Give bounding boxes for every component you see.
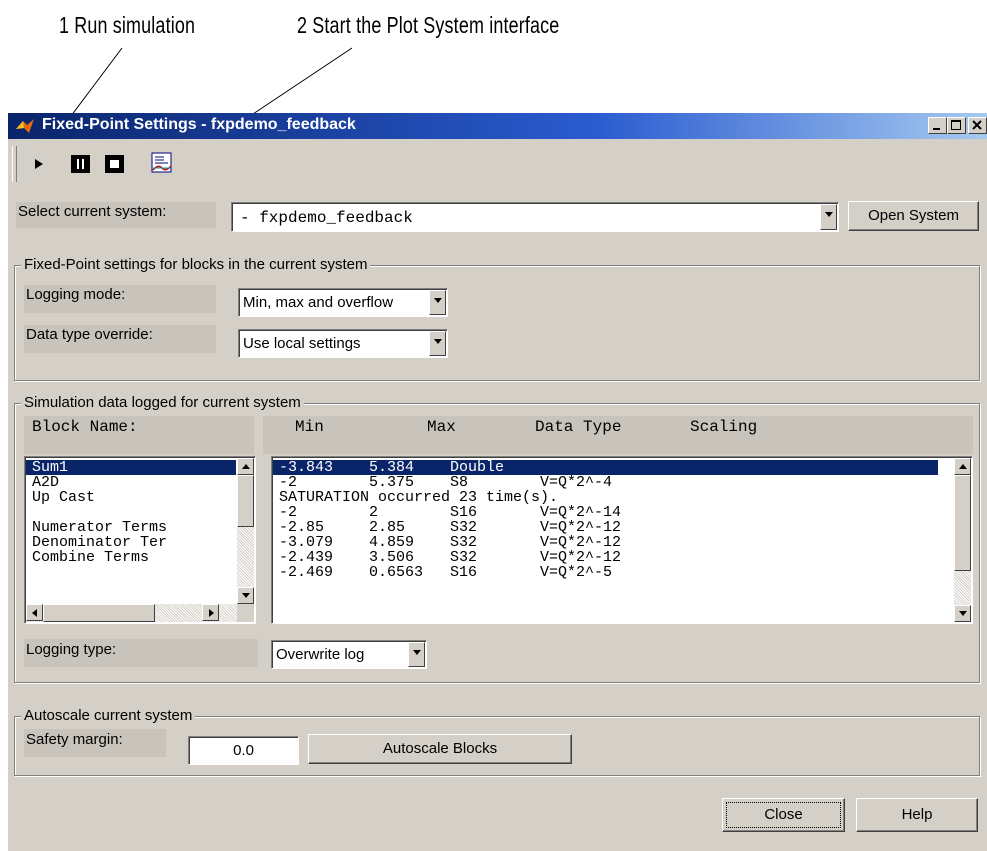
safety-margin-label: Safety margin: [24, 729, 166, 757]
autoscale-blocks-button[interactable]: Autoscale Blocks [308, 734, 572, 764]
block-list-vertical-scrollbar[interactable] [237, 458, 254, 604]
system-select-value: - fxpdemo_feedback [240, 209, 413, 227]
table-row[interactable]: -2 2 S16 V=Q*2^-14 [273, 505, 938, 520]
data-list-vertical-scrollbar[interactable] [954, 458, 971, 622]
stop-simulation-button[interactable] [104, 153, 126, 180]
block-name-header-bg: Block Name: [24, 416, 254, 454]
column-headers: Min Max Data Type Scaling [263, 416, 973, 454]
logging-mode-label: Logging mode: [24, 285, 216, 313]
fixed-point-settings-window: Fixed-Point Settings - fxpdemo_feedback [8, 113, 987, 851]
chevron-down-icon[interactable] [820, 204, 837, 230]
scroll-down-icon[interactable] [954, 605, 971, 622]
scroll-down-icon[interactable] [237, 587, 254, 604]
data-type-override-select[interactable]: Use local settings [238, 329, 448, 358]
pause-simulation-button[interactable] [70, 153, 92, 180]
logging-type-select[interactable]: Overwrite log [271, 640, 427, 669]
table-row[interactable]: -2.85 2.85 S32 V=Q*2^-12 [273, 520, 938, 535]
block-name-list[interactable]: Sum1 A2D Up Cast Numerator Terms Denomin… [24, 456, 256, 624]
select-system-label: Select current system: [16, 202, 216, 228]
matlab-logo-icon [16, 119, 34, 133]
stop-icon [105, 155, 124, 173]
table-row[interactable]: -3.843 5.384 Double [273, 460, 938, 475]
open-system-button[interactable]: Open System [848, 201, 979, 231]
list-item[interactable]: Combine Terms [26, 550, 236, 565]
window-title: Fixed-Point Settings - fxpdemo_feedback [42, 116, 356, 133]
maximize-icon [951, 120, 961, 130]
minimize-icon [933, 128, 940, 130]
scroll-thumb[interactable] [954, 475, 971, 571]
system-select[interactable]: - fxpdemo_feedback [231, 202, 839, 232]
table-row[interactable]: SATURATION occurred 23 time(s). [273, 490, 938, 505]
plot-system-button[interactable] [150, 151, 174, 180]
plot-system-icon [151, 152, 172, 173]
table-row[interactable]: -3.079 4.859 S32 V=Q*2^-12 [273, 535, 938, 550]
data-type-override-value: Use local settings [243, 335, 361, 352]
column-header-data-type: Data Type [535, 418, 622, 436]
close-icon [972, 120, 982, 130]
autoscale-title: Autoscale current system [21, 707, 196, 724]
logging-mode-select[interactable]: Min, max and overflow [238, 288, 448, 317]
block-name-header: Block Name: [32, 418, 138, 436]
table-row[interactable]: -2.439 3.506 S32 V=Q*2^-12 [273, 550, 938, 565]
block-settings-group: Fixed-Point settings for blocks in the c… [14, 256, 980, 381]
help-button[interactable]: Help [856, 798, 978, 832]
play-icon [35, 159, 43, 169]
safety-margin-input[interactable]: 0.0 [188, 736, 299, 765]
pause-icon [71, 155, 90, 173]
column-header-min: Min [295, 418, 324, 436]
chevron-down-icon[interactable] [429, 290, 446, 315]
list-item[interactable]: Up Cast [26, 490, 236, 505]
toolbar-grip[interactable] [12, 146, 17, 182]
annotation-plot-system: 2 Start the Plot System interface [297, 12, 560, 38]
logging-type-value: Overwrite log [276, 646, 365, 663]
logging-mode-value: Min, max and overflow [243, 294, 394, 311]
close-button[interactable]: Close [722, 798, 845, 832]
annotation-run-simulation: 1 Run simulation [59, 12, 196, 38]
column-header-max: Max [427, 418, 456, 436]
scroll-up-icon[interactable] [954, 458, 971, 475]
block-list-horizontal-scrollbar[interactable] [26, 604, 254, 622]
list-item[interactable] [26, 505, 236, 520]
chevron-down-icon[interactable] [429, 331, 446, 356]
list-item[interactable]: Sum1 [26, 460, 236, 475]
simulation-data-list[interactable]: -3.843 5.384 Double -2 5.375 S8 V=Q*2^-4… [271, 456, 973, 624]
scroll-right-icon[interactable] [202, 604, 219, 621]
logging-type-label: Logging type: [24, 639, 258, 667]
list-item[interactable]: Denominator Ter [26, 535, 236, 550]
scroll-left-icon[interactable] [26, 604, 43, 621]
title-bar[interactable]: Fixed-Point Settings - fxpdemo_feedback [8, 113, 987, 139]
simulation-data-title: Simulation data logged for current syste… [21, 394, 304, 411]
table-row[interactable]: -2 5.375 S8 V=Q*2^-4 [273, 475, 938, 490]
data-type-override-label: Data type override: [24, 325, 216, 353]
list-item[interactable]: Numerator Terms [26, 520, 236, 535]
scroll-thumb[interactable] [43, 604, 155, 622]
column-header-scaling: Scaling [690, 418, 758, 436]
block-settings-title: Fixed-Point settings for blocks in the c… [21, 256, 371, 273]
close-window-button[interactable] [968, 117, 987, 134]
run-simulation-button[interactable] [32, 153, 46, 180]
chevron-down-icon[interactable] [408, 642, 425, 667]
scroll-up-icon[interactable] [237, 458, 254, 475]
scroll-thumb[interactable] [237, 475, 254, 527]
minimize-button[interactable] [928, 117, 947, 134]
list-item[interactable]: A2D [26, 475, 236, 490]
maximize-button[interactable] [947, 117, 966, 134]
table-row[interactable]: -2.469 0.6563 S16 V=Q*2^-5 [273, 565, 938, 580]
